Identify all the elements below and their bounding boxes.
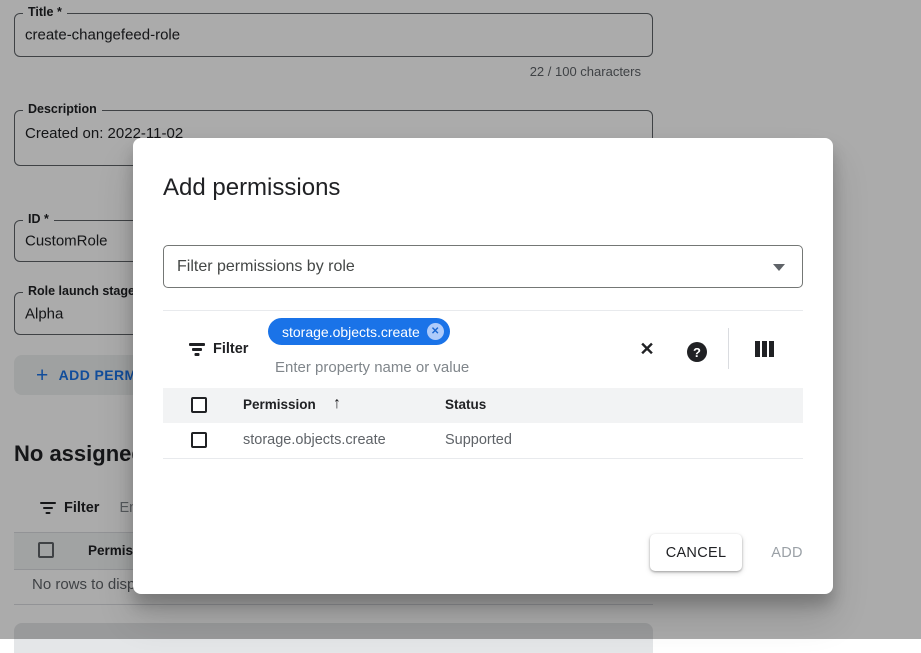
cancel-button[interactable]: CANCEL (650, 534, 742, 571)
filter-chip[interactable]: storage.objects.create ✕ (268, 318, 450, 345)
row-checkbox[interactable] (191, 432, 207, 448)
dialog-table-header: Permission ↑ Status (163, 388, 803, 423)
sort-ascending-icon[interactable]: ↑ (333, 395, 341, 413)
permission-column-header[interactable]: Permission (243, 397, 316, 412)
add-button[interactable]: ADD (759, 534, 815, 571)
select-all-checkbox[interactable] (191, 397, 207, 413)
row-status-cell: Supported (445, 432, 512, 448)
status-column-header[interactable]: Status (445, 397, 486, 412)
help-icon[interactable]: ? (684, 339, 710, 365)
filter-chip-value: storage.objects.create (282, 324, 420, 340)
filter-permissions-by-role-select[interactable]: Filter permissions by role (163, 245, 803, 288)
dialog-title: Add permissions (163, 174, 340, 202)
add-permissions-dialog: Add permissions Filter permissions by ro… (133, 138, 833, 594)
clear-filters-icon[interactable]: ✕ (634, 336, 660, 362)
dropdown-arrow-icon (773, 264, 785, 271)
column-options-icon[interactable] (755, 341, 774, 357)
toolbar-top-divider (163, 310, 803, 311)
role-select-placeholder: Filter permissions by role (177, 258, 355, 276)
chip-remove-icon[interactable]: ✕ (427, 323, 444, 340)
row-permission-cell: storage.objects.create (243, 432, 386, 448)
filter-icon (189, 343, 205, 356)
table-row[interactable]: storage.objects.create Supported (163, 423, 803, 459)
toolbar-vertical-divider (728, 328, 729, 369)
dialog-filter-label: Filter (213, 341, 248, 357)
dialog-filter-input[interactable]: Enter property name or value (275, 359, 469, 376)
